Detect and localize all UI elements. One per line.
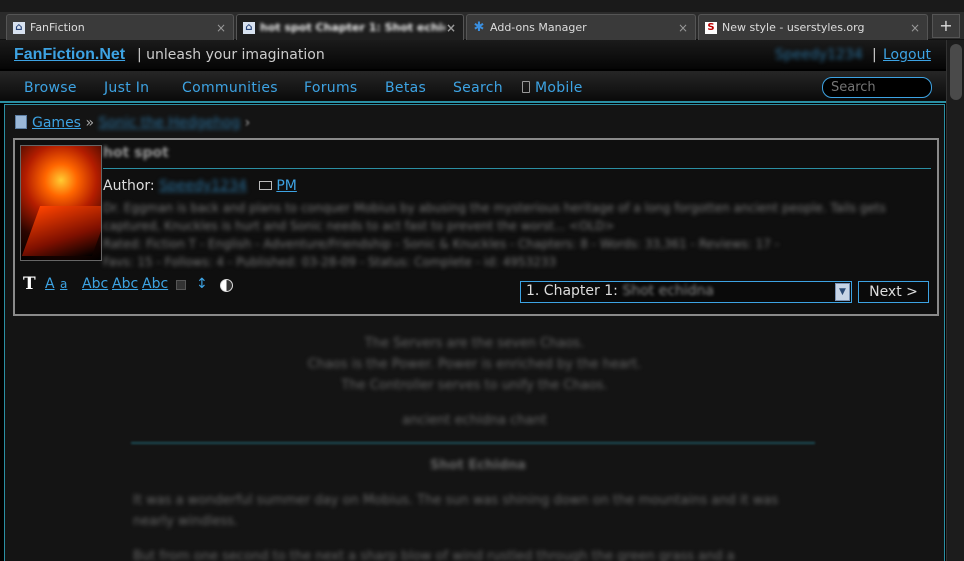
username-link[interactable]: Speedy1234 <box>775 47 863 63</box>
userstyles-favicon-icon: S <box>705 21 717 34</box>
header-separator: | <box>872 47 877 63</box>
browser-toolbar-strip <box>0 0 964 12</box>
story-cover-image[interactable] <box>20 145 102 261</box>
title-divider <box>103 168 931 169</box>
story-title: hot spot <box>103 145 169 161</box>
close-tab-icon[interactable]: × <box>677 21 689 35</box>
breadcrumb: Games » Sonic the Hedgehog › <box>15 115 250 131</box>
tab-title: Add-ons Manager <box>490 21 587 34</box>
tab-addons[interactable]: ✱ Add-ons Manager × <box>466 14 696 40</box>
story-paragraph: It was a wonderful summer day on Mobius.… <box>133 493 779 529</box>
author-link[interactable]: Speedy1234 <box>159 178 247 194</box>
nav-browse[interactable]: Browse <box>24 80 77 96</box>
document-icon <box>15 115 27 129</box>
chapter-number: 1. Chapter 1: <box>526 283 618 299</box>
epigraph-line: Chaos is the Power. Power is enriched by… <box>307 357 642 372</box>
tab-story[interactable]: ⌂ hot spot Chapter 1: Shot echidna, a so… <box>236 14 464 40</box>
story-meta-2: Favs: 15 - Follows: 4 - Published: 03-28… <box>103 255 557 269</box>
contrast-toggle-icon[interactable] <box>220 279 233 292</box>
close-tab-icon[interactable]: × <box>445 21 457 35</box>
site-header: FanFiction.Net | unleash your imaginatio… <box>0 40 946 70</box>
breadcrumb-games[interactable]: Games <box>32 115 81 131</box>
epigraph-line: The Servers are the seven Chaos. <box>364 336 585 351</box>
pm-link[interactable]: PM <box>276 178 297 194</box>
cover-lava-shape <box>21 206 101 256</box>
next-chapter-button[interactable]: Next > <box>858 281 929 303</box>
fanfiction-favicon-icon: ⌂ <box>243 21 255 34</box>
epigraph-line: The Controller serves to unify the Chaos… <box>341 378 608 393</box>
font-mono-button[interactable]: Abc <box>142 276 168 292</box>
nav-search[interactable]: Search <box>453 80 503 96</box>
chapter-select[interactable]: 1. Chapter 1: Shot echidna ▼ <box>520 281 852 303</box>
breadcrumb-category[interactable]: Sonic the Hedgehog <box>98 115 240 131</box>
author-line: Author: Speedy1234 PM <box>103 178 297 194</box>
tab-userstyles[interactable]: S New style - userstyles.org × <box>698 14 928 40</box>
font-serif-button[interactable]: Abc <box>112 276 138 292</box>
fanfiction-favicon-icon: ⌂ <box>13 21 25 34</box>
new-tab-button[interactable]: + <box>932 14 960 38</box>
nav-mobile[interactable]: Mobile <box>522 80 583 96</box>
page-scrollbar[interactable] <box>946 40 964 561</box>
story-text: Shot Echidna It was a wonderful summer d… <box>133 455 823 561</box>
line-spacing-icon[interactable]: ↕ <box>196 276 208 292</box>
nav-communities[interactable]: Communities <box>182 80 278 96</box>
main-nav: Browse Just In Communities Forums Betas … <box>0 71 946 103</box>
summary-text: Dr. Eggman is back and plans to conquer … <box>103 201 886 233</box>
nav-betas[interactable]: Betas <box>385 80 426 96</box>
mobile-phone-icon <box>522 81 530 93</box>
epigraph-caption: ancient echidna chant <box>402 413 547 428</box>
story-summary: Dr. Eggman is back and plans to conquer … <box>103 199 933 271</box>
nav-mobile-label: Mobile <box>535 80 583 96</box>
site-logo[interactable]: FanFiction.Net <box>14 46 125 64</box>
mail-icon[interactable] <box>259 181 273 190</box>
story-divider <box>131 442 815 444</box>
author-label: Author: <box>103 178 155 194</box>
story-content: Games » Sonic the Hedgehog › hot spot Au… <box>4 104 945 561</box>
font-size-smaller-button[interactable]: a <box>60 277 67 291</box>
puzzle-piece-icon: ✱ <box>473 20 485 35</box>
chapter-heading: Shot Echidna <box>430 458 526 473</box>
close-tab-icon[interactable]: × <box>215 21 227 35</box>
breadcrumb-separator: » <box>85 115 95 131</box>
tab-title: hot spot Chapter 1: Shot echidna, a soni… <box>260 21 445 34</box>
font-sans-button[interactable]: Abc <box>82 276 108 292</box>
story-info-box: hot spot Author: Speedy1234 PM Dr. Eggma… <box>13 138 939 316</box>
width-toggle-icon[interactable] <box>176 280 186 290</box>
font-size-larger-button[interactable]: A <box>45 276 55 292</box>
chapter-name: Shot echidna <box>622 283 714 299</box>
story-epigraph: The Servers are the seven Chaos. Chaos i… <box>5 333 944 431</box>
search-input[interactable] <box>822 77 932 98</box>
breadcrumb-end: › <box>244 115 251 131</box>
nav-forums[interactable]: Forums <box>304 80 357 96</box>
nav-just-in[interactable]: Just In <box>104 80 149 96</box>
logout-link[interactable]: Logout <box>883 47 931 63</box>
site-tagline: | unleash your imagination <box>137 47 325 63</box>
scrollbar-thumb[interactable] <box>950 44 962 100</box>
tab-bar: ⌂ FanFiction × ⌂ hot spot Chapter 1: Sho… <box>0 12 964 40</box>
tab-fanfiction[interactable]: ⌂ FanFiction × <box>6 14 234 40</box>
tab-title: New style - userstyles.org <box>722 21 865 34</box>
text-format-icon[interactable]: T <box>23 274 36 294</box>
chevron-down-icon[interactable]: ▼ <box>835 283 850 301</box>
close-tab-icon[interactable]: × <box>909 21 921 35</box>
tab-title: FanFiction <box>30 21 85 34</box>
story-meta: Rated: Fiction T - English - Adventure/F… <box>103 237 780 251</box>
story-paragraph: But from one second to the next a sharp … <box>133 549 735 561</box>
